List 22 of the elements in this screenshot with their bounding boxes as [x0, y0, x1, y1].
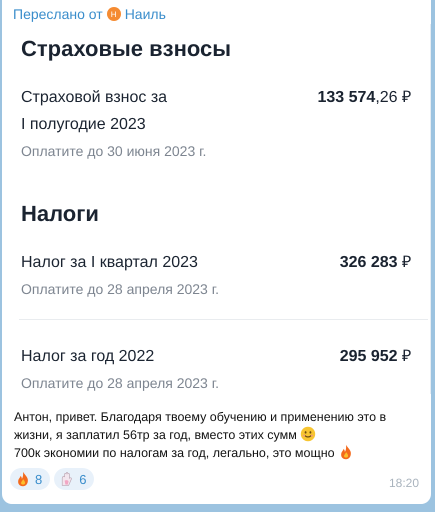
due-date: Оплатите до 30 июня 2023 г.	[21, 142, 208, 161]
message-time: 18:20	[388, 476, 419, 490]
reaction-button[interactable]: 6	[54, 468, 94, 490]
fire-icon	[15, 471, 31, 487]
item-name: Налог за I квартал 2023	[21, 253, 198, 273]
smiley-icon	[300, 426, 316, 442]
message-text: 700к экономии по налогам за год, легально, это мощно	[14, 446, 335, 460]
avatar: Н	[106, 7, 121, 21]
forwarded-label: Переслано от	[13, 6, 103, 22]
section-title: Налоги	[21, 201, 100, 227]
item-name: Налог за год 2022	[21, 347, 154, 367]
due-date: Оплатите до 28 апреля 2023 г.	[21, 280, 220, 299]
reaction-button[interactable]: 8	[10, 468, 50, 490]
amount: 133 574,26 ₽	[317, 88, 411, 108]
amount: 326 283 ₽	[340, 253, 411, 273]
section-title: Страховые взносы	[21, 36, 232, 62]
item-name: Страховой взнос за I полугодие 2023	[21, 88, 168, 135]
sender-name: Наиль	[124, 6, 166, 22]
message-text: жизни, я заплатил 56тр за год, вместо этих сумм	[14, 428, 297, 442]
due-date: Оплатите до 28 апреля 2023 г.	[21, 374, 220, 393]
message-text: Антон, привет. Благодаря твоему обучению и применению это в	[14, 410, 386, 424]
amount: 295 952 ₽	[340, 347, 411, 367]
